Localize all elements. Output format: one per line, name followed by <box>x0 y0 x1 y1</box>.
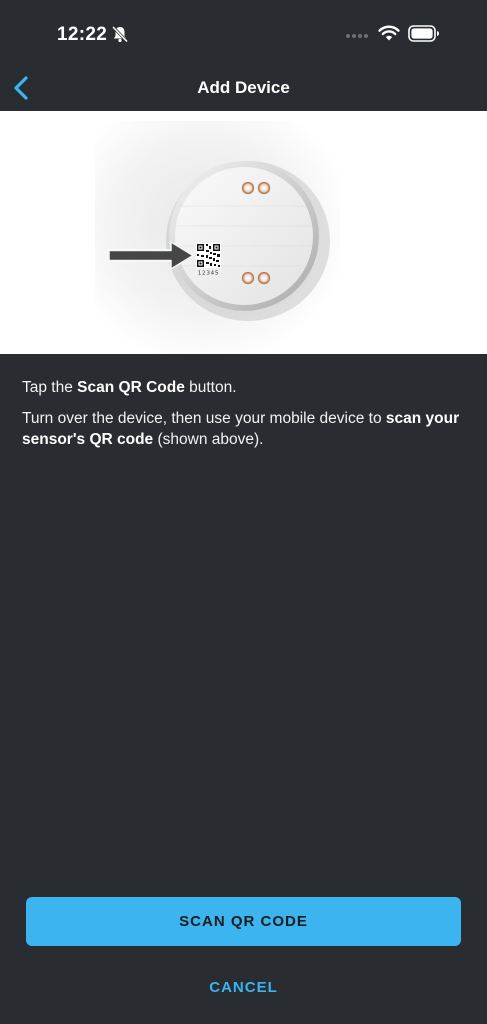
sensor-qr-location-illustration: 12345 <box>95 121 340 354</box>
bell-slash-icon <box>111 25 129 43</box>
page-title: Add Device <box>197 78 290 97</box>
navigation-bar: Add Device <box>0 70 487 110</box>
qr-serial-text: 12345 <box>198 271 220 277</box>
cancel-button[interactable]: CANCEL <box>0 979 487 996</box>
sensor-illustration: 12345 <box>0 111 487 354</box>
signal-dots-icon <box>346 34 368 38</box>
status-bar: 12:22 <box>0 0 487 70</box>
qr-code-graphic <box>196 243 221 268</box>
instruction-line-1: Tap the Scan QR Code button. <box>22 379 237 396</box>
battery-icon <box>408 25 439 42</box>
instruction-line-2: Turn over the device, then use your mobi… <box>22 410 460 448</box>
status-time: 12:22 <box>57 24 108 45</box>
instructions: Tap the Scan QR Code button. Turn over t… <box>22 377 467 460</box>
scan-qr-code-button[interactable]: SCAN QR CODE <box>26 897 461 946</box>
wifi-icon <box>378 25 400 41</box>
